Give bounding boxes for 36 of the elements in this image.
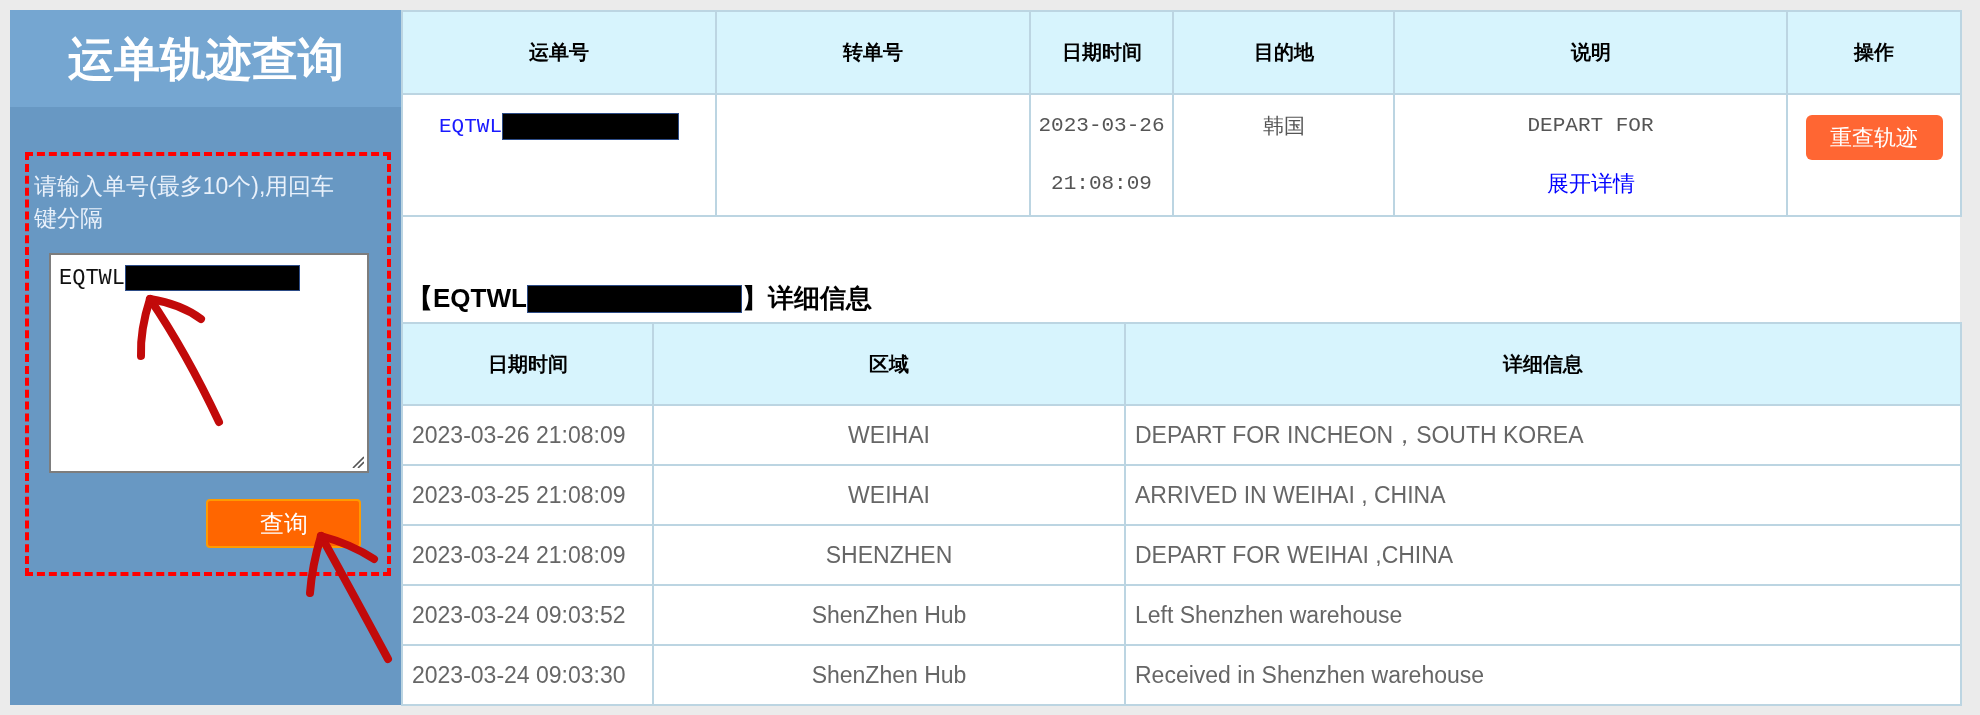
table-cell: WEIHAI: [653, 465, 1125, 525]
column-header: 区域: [653, 323, 1125, 405]
column-header: 运单号: [402, 11, 716, 94]
table-cell: WEIHAI: [653, 405, 1125, 465]
destination-text: 韩国: [1261, 113, 1306, 139]
sidebar-title: 运单轨迹查询: [67, 31, 344, 87]
heading-text: 】详细信息: [741, 282, 872, 315]
table-cell: 2023-03-25 21:08:09: [402, 465, 653, 525]
input-prompt: 请输入单号(最多10个),用回车键分隔: [34, 172, 336, 233]
column-header: 详细信息: [1125, 323, 1961, 405]
table-cell: DEPART FOR INCHEON，SOUTH KOREA: [1125, 405, 1961, 465]
column-header: 日期时间: [402, 323, 653, 405]
table-cell: 2023-03-24 09:03:52: [402, 585, 653, 645]
table-cell: Received in Shenzhen warehouse: [1125, 645, 1961, 705]
table-cell: 2023-03-24 21:08:09: [402, 525, 653, 585]
column-header: 说明: [1394, 11, 1787, 94]
column-header: 日期时间: [1030, 11, 1173, 94]
date-text: 2023-03-26: [1037, 113, 1166, 139]
heading-text: 【EQTWL: [407, 282, 527, 315]
table-cell: 2023-03-24 09:03:30: [402, 645, 653, 705]
tracking-number-link[interactable]: EQTWL: [439, 114, 502, 138]
expand-details-link[interactable]: 展开详情: [1546, 171, 1635, 196]
table-cell: Left Shenzhen warehouse: [1125, 585, 1961, 645]
column-header: 目的地: [1173, 11, 1394, 94]
table-cell: ShenZhen Hub: [653, 645, 1125, 705]
table-cell: DEPART FOR WEIHAI ,CHINA: [1125, 525, 1961, 585]
tracking-number-field[interactable]: EQTWL: [49, 253, 369, 473]
resize-grip-icon[interactable]: [352, 456, 364, 468]
column-header: 转单号: [716, 11, 1030, 94]
table-cell: SHENZHEN: [653, 525, 1125, 585]
table-cell: ShenZhen Hub: [653, 585, 1125, 645]
column-header: 操作: [1787, 11, 1961, 94]
time-text: 21:08:09: [1050, 171, 1153, 197]
table-cell: 2023-03-26 21:08:09: [402, 405, 653, 465]
table-cell: ARRIVED IN WEIHAI , CHINA: [1125, 465, 1961, 525]
description-text: DEPART FOR: [1526, 113, 1655, 139]
